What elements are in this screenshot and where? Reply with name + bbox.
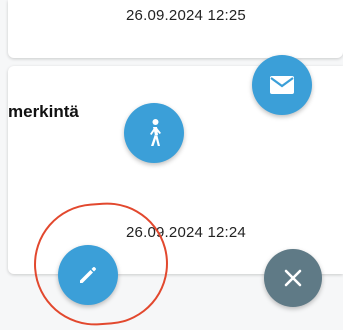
walking-activity-button[interactable] xyxy=(124,103,184,163)
edit-button[interactable] xyxy=(58,245,118,305)
mail-icon xyxy=(269,75,295,95)
entry-timestamp: 26.09.2024 12:25 xyxy=(126,7,246,24)
walking-person-icon xyxy=(142,118,166,148)
close-icon xyxy=(282,267,304,289)
pencil-icon xyxy=(76,263,100,287)
mail-button[interactable] xyxy=(252,55,312,115)
entry-timestamp: 26.09.2024 12:24 xyxy=(126,224,246,241)
close-button[interactable] xyxy=(264,249,322,307)
entry-text: merkintä xyxy=(8,102,79,121)
